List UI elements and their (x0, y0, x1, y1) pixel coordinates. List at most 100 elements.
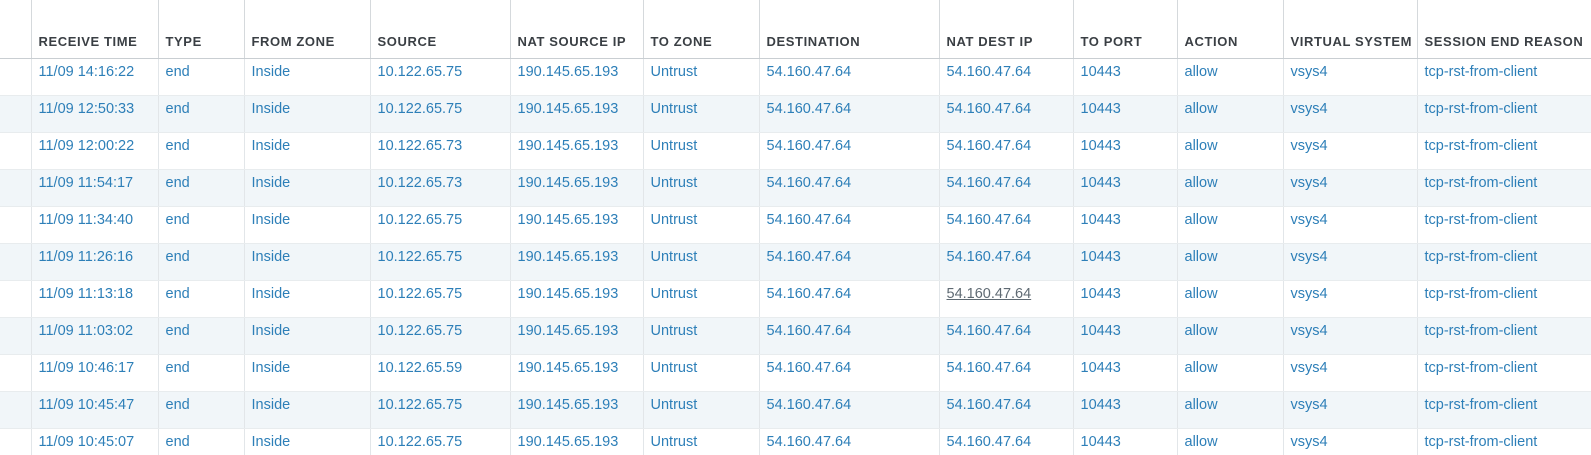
cell-virtual-system-link[interactable]: vsys4 (1291, 323, 1328, 339)
cell-nat-dest-ip[interactable]: 54.160.47.64 (938, 391, 1073, 429)
cell-from-zone[interactable]: Inside (243, 317, 370, 355)
cell-destination[interactable]: 54.160.47.64 (758, 354, 939, 392)
cell-to-zone-link[interactable]: Untrust (651, 249, 698, 265)
cell-to-zone-link[interactable]: Untrust (651, 286, 698, 302)
cell-destination-link[interactable]: 54.160.47.64 (767, 138, 852, 154)
cell-type[interactable]: end (157, 243, 244, 281)
column-header-type[interactable]: TYPE (157, 0, 244, 59)
cell-destination[interactable]: 54.160.47.64 (758, 206, 939, 244)
column-header-action[interactable]: ACTION (1176, 0, 1283, 59)
cell-source-link[interactable]: 10.122.65.75 (378, 249, 463, 265)
cell-source[interactable]: 10.122.65.75 (369, 95, 510, 133)
column-header-session-end-reason[interactable]: SESSION END REASON (1416, 0, 1591, 59)
row-detail-gutter[interactable] (0, 280, 31, 318)
cell-receive-time[interactable]: 11/09 11:26:16 (30, 243, 158, 281)
cell-session-end-reason[interactable]: tcp-rst-from-client (1416, 280, 1591, 318)
cell-source-link[interactable]: 10.122.65.75 (378, 64, 463, 80)
cell-to-zone[interactable]: Untrust (642, 354, 759, 392)
table-row[interactable]: 11/09 12:50:33 end Inside 10.122.65.75 190.1… (0, 95, 1591, 133)
cell-from-zone-link[interactable]: Inside (252, 138, 291, 154)
cell-nat-dest-ip[interactable]: 54.160.47.64 (938, 132, 1073, 170)
cell-to-zone-link[interactable]: Untrust (651, 323, 698, 339)
table-row[interactable]: 11/09 11:34:40 end Inside 10.122.65.75 190.1… (0, 206, 1591, 244)
cell-session-end-reason-link[interactable]: tcp-rst-from-client (1425, 101, 1538, 117)
cell-session-end-reason-link[interactable]: tcp-rst-from-client (1425, 212, 1538, 228)
cell-to-port[interactable]: 10443 (1072, 280, 1177, 318)
cell-source[interactable]: 10.122.65.75 (369, 317, 510, 355)
cell-to-zone-link[interactable]: Untrust (651, 175, 698, 191)
cell-nat-source-ip[interactable]: 190.145.65.193 (509, 428, 643, 455)
cell-source-link[interactable]: 10.122.65.73 (378, 138, 463, 154)
cell-nat-dest-ip[interactable]: 54.160.47.64 (938, 428, 1073, 455)
cell-session-end-reason[interactable]: tcp-rst-from-client (1416, 58, 1591, 96)
cell-receive-time[interactable]: 11/09 11:54:17 (30, 169, 158, 207)
cell-to-zone[interactable]: Untrust (642, 95, 759, 133)
cell-nat-dest-ip[interactable]: 54.160.47.64 (938, 206, 1073, 244)
cell-to-port[interactable]: 10443 (1072, 169, 1177, 207)
cell-action-link[interactable]: allow (1185, 64, 1218, 80)
cell-receive-time-link[interactable]: 11/09 14:16:22 (39, 64, 135, 80)
cell-nat-dest-ip-link[interactable]: 54.160.47.64 (947, 434, 1032, 450)
cell-type[interactable]: end (157, 95, 244, 133)
cell-virtual-system-link[interactable]: vsys4 (1291, 249, 1328, 265)
cell-destination-link[interactable]: 54.160.47.64 (767, 64, 852, 80)
cell-type-link[interactable]: end (166, 249, 190, 265)
cell-type-link[interactable]: end (166, 397, 190, 413)
table-row[interactable]: 11/09 11:03:02 end Inside 10.122.65.75 190.1… (0, 317, 1591, 355)
cell-source[interactable]: 10.122.65.75 (369, 391, 510, 429)
cell-to-port[interactable]: 10443 (1072, 354, 1177, 392)
cell-receive-time[interactable]: 11/09 12:00:22 (30, 132, 158, 170)
cell-nat-dest-ip-link[interactable]: 54.160.47.64 (947, 138, 1032, 154)
row-detail-gutter[interactable] (0, 391, 31, 429)
cell-session-end-reason-link[interactable]: tcp-rst-from-client (1425, 64, 1538, 80)
cell-to-zone-link[interactable]: Untrust (651, 212, 698, 228)
row-detail-gutter[interactable] (0, 132, 31, 170)
cell-to-zone-link[interactable]: Untrust (651, 397, 698, 413)
cell-to-port-link[interactable]: 10443 (1081, 175, 1121, 191)
cell-type[interactable]: end (157, 391, 244, 429)
table-row[interactable]: 11/09 11:54:17 end Inside 10.122.65.73 190.1… (0, 169, 1591, 207)
column-header-source[interactable]: SOURCE (369, 0, 510, 59)
cell-session-end-reason[interactable]: tcp-rst-from-client (1416, 206, 1591, 244)
cell-session-end-reason-link[interactable]: tcp-rst-from-client (1425, 323, 1538, 339)
cell-to-port-link[interactable]: 10443 (1081, 101, 1121, 117)
cell-nat-source-ip-link[interactable]: 190.145.65.193 (518, 434, 619, 450)
cell-from-zone-link[interactable]: Inside (252, 64, 291, 80)
cell-from-zone[interactable]: Inside (243, 58, 370, 96)
cell-receive-time-link[interactable]: 11/09 11:54:17 (39, 175, 134, 191)
cell-destination-link[interactable]: 54.160.47.64 (767, 360, 852, 376)
column-header-nat-source-ip[interactable]: NAT SOURCE IP (509, 0, 643, 59)
cell-nat-dest-ip-link[interactable]: 54.160.47.64 (947, 249, 1032, 265)
cell-from-zone[interactable]: Inside (243, 280, 370, 318)
cell-from-zone[interactable]: Inside (243, 243, 370, 281)
cell-action-link[interactable]: allow (1185, 175, 1218, 191)
cell-session-end-reason[interactable]: tcp-rst-from-client (1416, 354, 1591, 392)
cell-destination[interactable]: 54.160.47.64 (758, 391, 939, 429)
cell-to-port[interactable]: 10443 (1072, 206, 1177, 244)
row-detail-gutter[interactable] (0, 354, 31, 392)
cell-type[interactable]: end (157, 58, 244, 96)
cell-to-port-link[interactable]: 10443 (1081, 434, 1121, 450)
cell-session-end-reason-link[interactable]: tcp-rst-from-client (1425, 249, 1538, 265)
cell-nat-source-ip-link[interactable]: 190.145.65.193 (518, 175, 619, 191)
cell-from-zone[interactable]: Inside (243, 354, 370, 392)
cell-to-port-link[interactable]: 10443 (1081, 323, 1121, 339)
cell-action-link[interactable]: allow (1185, 212, 1218, 228)
cell-virtual-system-link[interactable]: vsys4 (1291, 138, 1328, 154)
cell-nat-dest-ip[interactable]: 54.160.47.64 (938, 280, 1073, 318)
cell-virtual-system[interactable]: vsys4 (1282, 58, 1417, 96)
cell-receive-time[interactable]: 11/09 11:03:02 (30, 317, 158, 355)
cell-virtual-system-link[interactable]: vsys4 (1291, 175, 1328, 191)
cell-source[interactable]: 10.122.65.75 (369, 280, 510, 318)
cell-source[interactable]: 10.122.65.75 (369, 58, 510, 96)
cell-destination-link[interactable]: 54.160.47.64 (767, 323, 852, 339)
cell-virtual-system-link[interactable]: vsys4 (1291, 64, 1328, 80)
cell-action-link[interactable]: allow (1185, 323, 1218, 339)
cell-nat-source-ip[interactable]: 190.145.65.193 (509, 95, 643, 133)
cell-nat-source-ip[interactable]: 190.145.65.193 (509, 132, 643, 170)
cell-nat-source-ip-link[interactable]: 190.145.65.193 (518, 397, 619, 413)
cell-nat-dest-ip-link[interactable]: 54.160.47.64 (947, 212, 1032, 228)
column-header-receive-time[interactable]: RECEIVE TIME (30, 0, 158, 59)
column-header-nat-dest-ip[interactable]: NAT DEST IP (938, 0, 1073, 59)
cell-nat-dest-ip[interactable]: 54.160.47.64 (938, 58, 1073, 96)
